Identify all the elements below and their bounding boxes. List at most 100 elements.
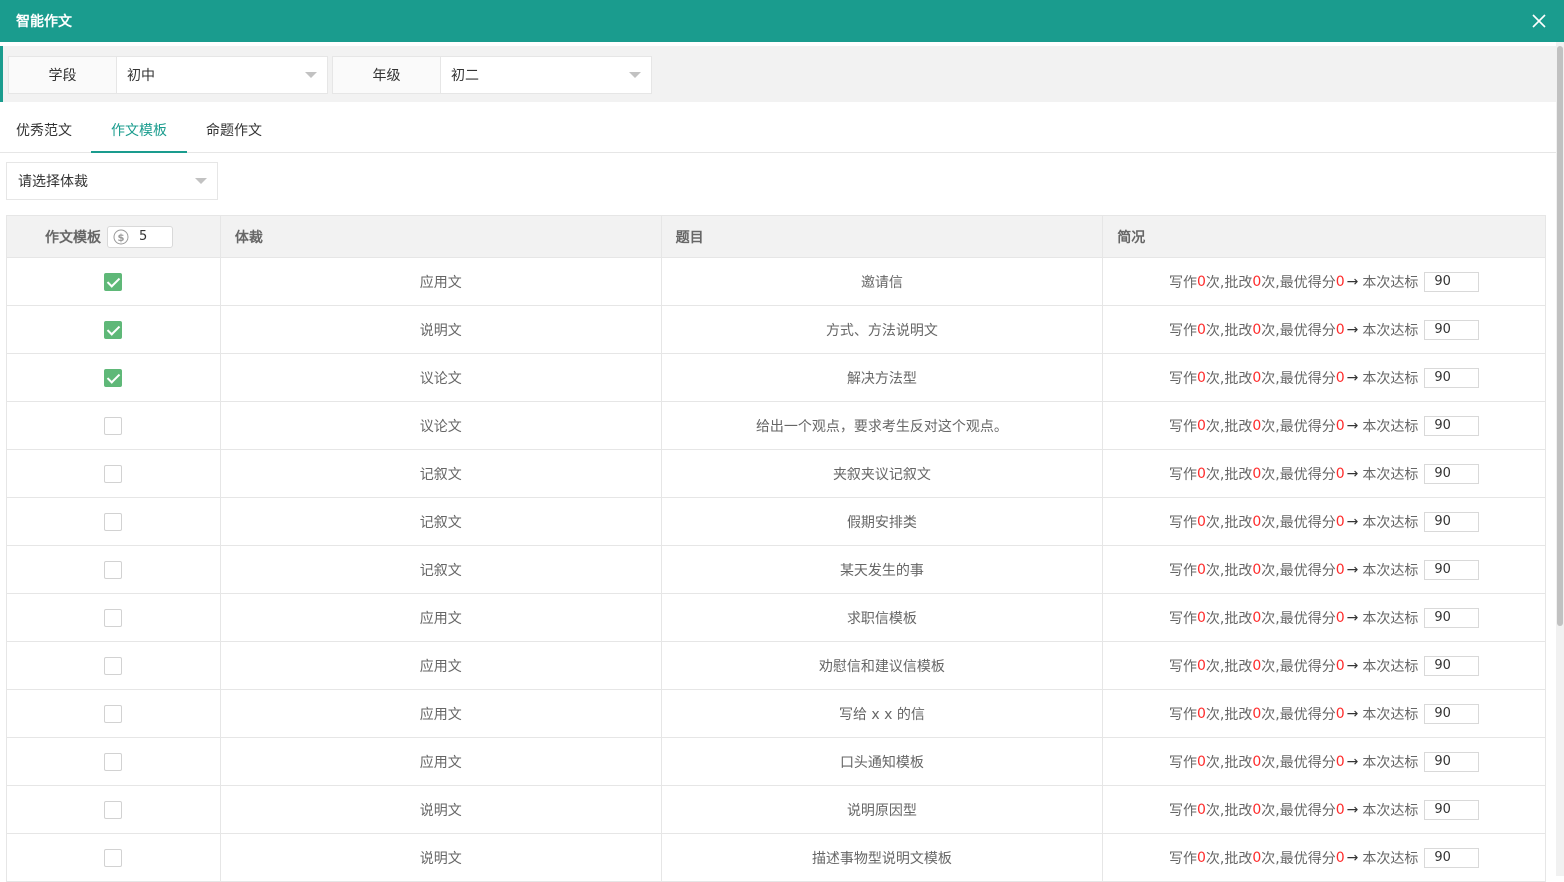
row-checkbox[interactable]	[104, 320, 123, 339]
brief-cell: 写作 0 次,批改 0 次,最优得分 0 → 本次达标	[1103, 498, 1547, 545]
best-label: 次,最优得分	[1261, 658, 1336, 675]
tab-excellent-essays[interactable]: 优秀范文	[0, 110, 92, 153]
target-score-input[interactable]	[1424, 655, 1480, 676]
revise-count: 0	[1252, 369, 1262, 386]
target-score-input[interactable]	[1424, 559, 1480, 580]
genre-cell: 记叙文	[221, 450, 662, 497]
row-checkbox[interactable]	[104, 848, 123, 867]
arrow-icon: →	[1346, 417, 1359, 434]
arrow-icon: →	[1346, 705, 1359, 722]
header-topic: 题目	[662, 216, 1104, 257]
tab-essay-templates[interactable]: 作文模板	[91, 110, 187, 153]
genre-cell: 说明文	[221, 786, 662, 833]
close-icon[interactable]	[1530, 12, 1548, 30]
revise-count: 0	[1252, 273, 1262, 290]
select-cell	[7, 642, 221, 689]
select-cell	[7, 594, 221, 641]
row-checkbox[interactable]	[104, 560, 123, 579]
chevron-down-icon	[305, 72, 317, 78]
topic-cell: 描述事物型说明文模板	[662, 834, 1104, 881]
best-score: 0	[1335, 561, 1345, 578]
revise-label: 次,批改	[1205, 802, 1253, 819]
row-checkbox[interactable]	[104, 656, 123, 675]
select-cell	[7, 834, 221, 881]
header-template-label: 作文模板	[45, 229, 101, 246]
revise-count: 0	[1252, 609, 1262, 626]
target-score-input[interactable]	[1424, 511, 1480, 532]
genre-cell: 说明文	[221, 834, 662, 881]
vertical-scrollbar[interactable]	[1556, 42, 1564, 876]
arrow-icon: →	[1346, 513, 1359, 530]
row-checkbox[interactable]	[104, 416, 123, 435]
target-label: 本次达标	[1362, 466, 1419, 483]
brief-cell: 写作 0 次,批改 0 次,最优得分 0 → 本次达标	[1103, 786, 1547, 833]
revise-label: 次,批改	[1205, 754, 1253, 771]
target-score-input[interactable]	[1424, 703, 1480, 724]
select-cell	[7, 354, 221, 401]
revise-label: 次,批改	[1205, 706, 1253, 723]
topic-cell: 给出一个观点，要求考生反对这个观点。	[662, 402, 1104, 449]
row-checkbox[interactable]	[104, 464, 123, 483]
target-score-input[interactable]	[1424, 751, 1480, 772]
revise-label: 次,批改	[1205, 370, 1253, 387]
tab-topic-essays[interactable]: 命题作文	[186, 110, 282, 153]
write-label: 写作	[1168, 274, 1197, 291]
brief-cell: 写作 0 次,批改 0 次,最优得分 0 → 本次达标	[1103, 258, 1547, 305]
select-cell	[7, 786, 221, 833]
target-label: 本次达标	[1362, 274, 1419, 291]
row-checkbox[interactable]	[104, 272, 123, 291]
revise-label: 次,批改	[1205, 466, 1253, 483]
scrollbar-thumb[interactable]	[1557, 46, 1563, 626]
grade-select[interactable]: 初二	[441, 57, 651, 93]
target-label: 本次达标	[1362, 754, 1419, 771]
target-score-input[interactable]	[1424, 319, 1480, 340]
window-titlebar: 智能作文	[0, 0, 1564, 42]
target-score-input[interactable]	[1424, 847, 1480, 868]
target-score-input[interactable]	[1424, 367, 1480, 388]
arrow-icon: →	[1346, 801, 1359, 818]
target-label: 本次达标	[1362, 658, 1419, 675]
revise-count: 0	[1252, 561, 1262, 578]
best-label: 次,最优得分	[1261, 754, 1336, 771]
topic-cell: 解决方法型	[662, 354, 1104, 401]
write-count: 0	[1196, 561, 1206, 578]
write-count: 0	[1196, 849, 1206, 866]
row-checkbox[interactable]	[104, 608, 123, 627]
row-checkbox[interactable]	[104, 368, 123, 387]
target-label: 本次达标	[1362, 850, 1419, 867]
header-template: 作文模板 $ 5	[7, 216, 221, 257]
genre-cell: 议论文	[221, 354, 662, 401]
target-score-input[interactable]	[1424, 271, 1480, 292]
revise-label: 次,批改	[1205, 418, 1253, 435]
target-label: 本次达标	[1362, 610, 1419, 627]
genre-select[interactable]: 请选择体裁	[6, 162, 218, 200]
target-score-input[interactable]	[1424, 607, 1480, 628]
row-checkbox[interactable]	[104, 704, 123, 723]
stage-select[interactable]: 初中	[117, 57, 327, 93]
row-checkbox[interactable]	[104, 512, 123, 531]
write-label: 写作	[1168, 610, 1197, 627]
stage-filter: 学段 初中	[8, 56, 328, 94]
brief-cell: 写作 0 次,批改 0 次,最优得分 0 → 本次达标	[1103, 642, 1547, 689]
topic-cell: 夹叙夹议记叙文	[662, 450, 1104, 497]
chevron-down-icon	[629, 72, 641, 78]
write-count: 0	[1196, 465, 1206, 482]
write-count: 0	[1196, 369, 1206, 386]
target-label: 本次达标	[1362, 562, 1419, 579]
revise-count: 0	[1252, 849, 1262, 866]
target-label: 本次达标	[1362, 802, 1419, 819]
coin-input[interactable]: $ 5	[107, 225, 173, 248]
svg-text:$: $	[118, 233, 125, 244]
brief-cell: 写作 0 次,批改 0 次,最优得分 0 → 本次达标	[1103, 594, 1547, 641]
coin-value: 5	[139, 229, 148, 244]
row-checkbox[interactable]	[104, 800, 123, 819]
target-label: 本次达标	[1362, 706, 1419, 723]
target-score-input[interactable]	[1424, 415, 1480, 436]
target-score-input[interactable]	[1424, 799, 1480, 820]
select-cell	[7, 306, 221, 353]
best-score: 0	[1335, 849, 1345, 866]
row-checkbox[interactable]	[104, 752, 123, 771]
arrow-icon: →	[1346, 849, 1359, 866]
target-score-input[interactable]	[1424, 463, 1480, 484]
table-row: 议论文 给出一个观点，要求考生反对这个观点。 写作 0 次,批改 0 次,最优得分 0 → 本次达…	[7, 402, 1547, 450]
